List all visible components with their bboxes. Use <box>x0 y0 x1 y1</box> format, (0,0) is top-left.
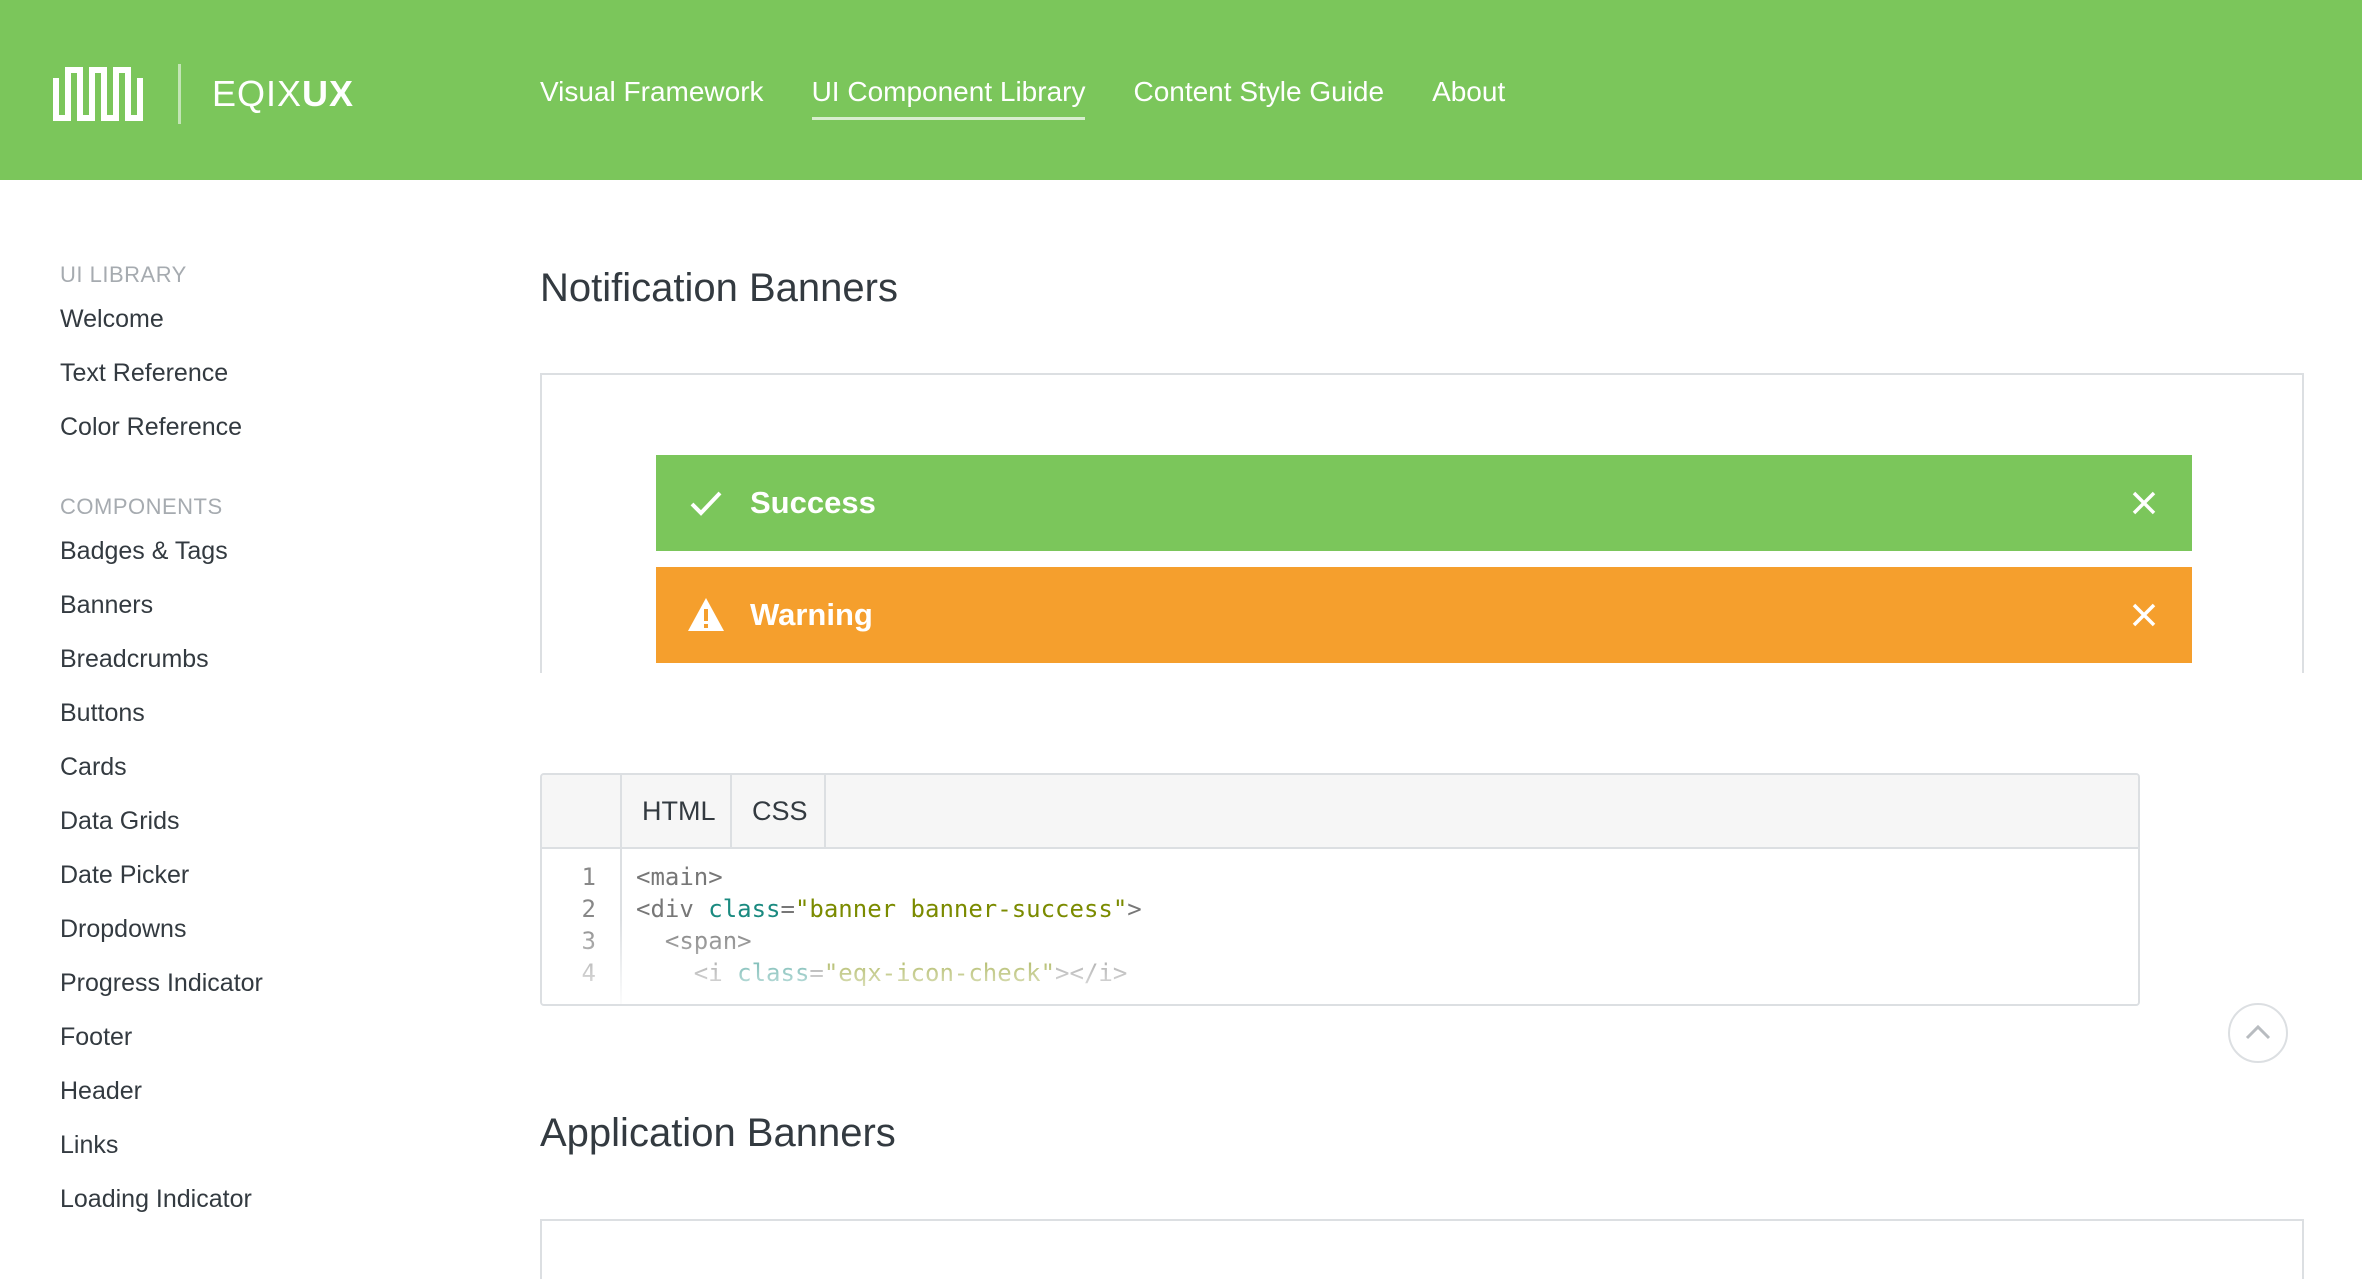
sidebar-item-welcome[interactable]: Welcome <box>60 292 460 346</box>
code-token-attr: class <box>737 959 810 987</box>
success-banner: Success <box>656 455 2192 551</box>
sidebar-item-date-picker[interactable]: Date Picker <box>60 848 460 902</box>
section-title-notification-banners: Notification Banners <box>540 266 898 310</box>
code-token-tag: <div <box>636 895 709 923</box>
banner-demo-box: Success Warning <box>540 373 2304 673</box>
code-token-tag: ></i> <box>1055 959 1128 987</box>
warning-banner: Warning <box>656 567 2192 663</box>
code-token-tag: > <box>1127 895 1142 923</box>
code-line: <div class="banner banner-success"> <box>636 895 1142 923</box>
sidebar-item-color-reference[interactable]: Color Reference <box>60 400 460 454</box>
scroll-to-top-button[interactable] <box>2228 1003 2288 1063</box>
line-number: 4 <box>581 959 596 987</box>
sidebar-item-dropdowns[interactable]: Dropdowns <box>60 902 460 956</box>
sidebar-section-components: COMPONENTS <box>60 494 223 519</box>
success-banner-label: Success <box>750 485 876 520</box>
nav-content-style-guide[interactable]: Content Style Guide <box>1133 70 1384 120</box>
code-token-eq: = <box>809 959 824 987</box>
sidebar-item-links[interactable]: Links <box>60 1118 460 1172</box>
line-number: 2 <box>581 895 596 923</box>
section-title-application-banners: Application Banners <box>540 1111 896 1155</box>
application-banner-demo-box <box>540 1219 2304 1279</box>
nav-about[interactable]: About <box>1432 70 1505 120</box>
line-number-gutter: 1 2 3 4 <box>542 849 622 1004</box>
tab-html[interactable]: HTML <box>622 775 732 847</box>
sidebar-item-progress-indicator[interactable]: Progress Indicator <box>60 956 460 1010</box>
code-tabs: HTML CSS <box>542 775 2138 849</box>
sidebar-item-badges-tags[interactable]: Badges & Tags <box>60 524 460 578</box>
tab-css[interactable]: CSS <box>732 775 826 847</box>
line-number: 1 <box>581 863 596 891</box>
line-number: 3 <box>581 927 596 955</box>
code-line: <i class="eqx-icon-check"></i> <box>636 959 1128 987</box>
code-tab-gutter <box>542 775 622 847</box>
sidebar: UI LIBRARY Welcome Text Reference Color … <box>60 258 460 1226</box>
main-nav: Visual Framework UI Component Library Co… <box>540 70 1553 120</box>
sidebar-item-footer[interactable]: Footer <box>60 1010 460 1064</box>
code-body[interactable]: 1 2 3 4 <main> <div class="banner banner… <box>542 849 2138 1004</box>
code-token-string: "eqx-icon-check" <box>823 959 1056 987</box>
sidebar-section-ui-library: UI LIBRARY <box>60 262 187 287</box>
sidebar-item-breadcrumbs[interactable]: Breadcrumbs <box>60 632 460 686</box>
code-token-attr: class <box>708 895 781 923</box>
equinix-logo-icon[interactable] <box>52 64 144 124</box>
close-icon[interactable] <box>2126 485 2162 521</box>
sidebar-item-data-grids[interactable]: Data Grids <box>60 794 460 848</box>
sidebar-item-banners[interactable]: Banners <box>60 578 460 632</box>
code-line: <span> <box>636 927 752 955</box>
sidebar-item-text-reference[interactable]: Text Reference <box>60 346 460 400</box>
close-icon[interactable] <box>2126 597 2162 633</box>
code-token-tag: <main> <box>636 863 723 891</box>
sidebar-item-header[interactable]: Header <box>60 1064 460 1118</box>
code-token-tag: <i <box>636 959 738 987</box>
nav-ui-component-library[interactable]: UI Component Library <box>811 70 1086 120</box>
code-line: <main> <box>636 863 723 891</box>
code-token-string: "banner banner-success" <box>794 895 1128 923</box>
logo-divider <box>178 64 181 124</box>
top-header: EQIXUX Visual Framework UI Component Lib… <box>0 0 2362 180</box>
logo-text-bold: UX <box>302 73 355 114</box>
warning-banner-label: Warning <box>750 597 873 632</box>
warning-triangle-icon <box>688 598 724 631</box>
chevron-up-icon <box>2245 1024 2271 1040</box>
sidebar-item-cards[interactable]: Cards <box>60 740 460 794</box>
sidebar-item-loading-indicator[interactable]: Loading Indicator <box>60 1172 460 1226</box>
nav-visual-framework[interactable]: Visual Framework <box>540 70 764 120</box>
eqixux-wordmark[interactable]: EQIXUX <box>212 72 354 116</box>
code-panel: HTML CSS 1 2 3 4 <main> <div class="bann… <box>540 773 2140 1006</box>
check-icon <box>690 491 722 516</box>
logo-text-light: EQIX <box>212 73 303 114</box>
sidebar-item-buttons[interactable]: Buttons <box>60 686 460 740</box>
code-token-tag: <span> <box>636 927 752 955</box>
code-token-eq: = <box>780 895 795 923</box>
